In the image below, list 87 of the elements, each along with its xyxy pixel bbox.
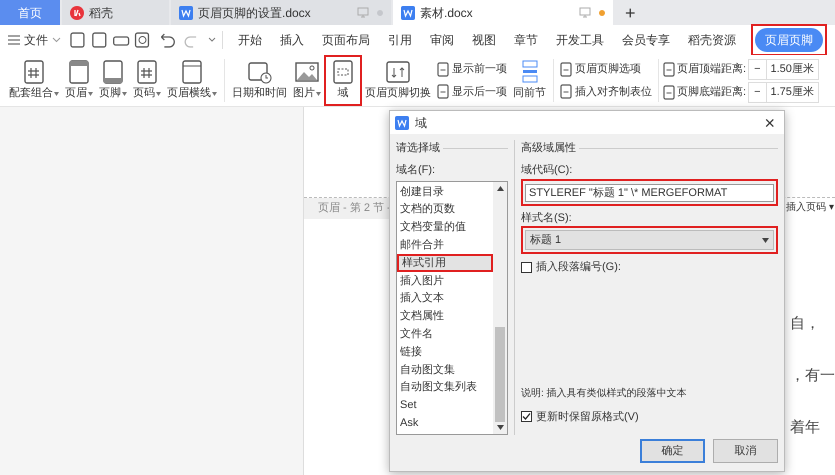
ribbon-tab[interactable]: 视图 <box>463 26 505 54</box>
page-margin-icon <box>663 84 675 100</box>
field-list-item[interactable]: Set <box>397 396 493 414</box>
scroll-up-icon <box>496 186 504 191</box>
field-list-item[interactable]: 文档属性 <box>397 308 493 326</box>
ribbon-small-button[interactable]: 显示前一项 <box>437 61 507 78</box>
ribbon-tab[interactable]: 审阅 <box>421 26 463 54</box>
file-menu[interactable]: 文件 <box>8 31 67 49</box>
ribbon-tab[interactable]: 开始 <box>229 26 271 54</box>
close-button[interactable]: × <box>760 114 779 132</box>
ribbon-tab[interactable]: 引用 <box>379 26 421 54</box>
ribbon-tab[interactable]: 章节 <box>505 26 547 54</box>
dialog-title: 域 <box>415 114 427 132</box>
style-label: 样式名(S): <box>521 210 573 226</box>
switch-arrows-icon <box>384 59 412 86</box>
stacked-bars-icon <box>520 59 538 86</box>
decrement-button[interactable]: − <box>749 60 766 78</box>
ribbon-button[interactable]: 域 <box>324 55 362 106</box>
ok-button[interactable]: 确定 <box>640 439 705 463</box>
chevron-down-icon <box>52 37 61 43</box>
ribbon-tab[interactable]: 稻壳资源 <box>679 26 745 54</box>
field-list-item[interactable]: 自动图文集 <box>397 360 493 379</box>
document-tab[interactable]: 页眉页脚的设置.docx <box>171 0 391 25</box>
checkbox-label: 更新时保留原格式(V) <box>536 410 639 424</box>
checkbox[interactable] <box>521 411 532 422</box>
ribbon-button[interactable]: 页眉页脚切换 <box>362 55 434 106</box>
ribbon-button[interactable]: 图片 <box>290 55 324 106</box>
ribbon-small-button[interactable]: 页眉页脚选项 <box>560 61 652 78</box>
document-tab[interactable]: 素材.docx <box>393 0 613 25</box>
scroll-down-icon <box>496 425 504 430</box>
cancel-button[interactable]: 取消 <box>713 439 778 463</box>
new-tab-button[interactable]: + <box>615 0 646 25</box>
ribbon-small-button[interactable]: 显示后一项 <box>437 84 507 100</box>
style-select[interactable]: 标题 1 <box>525 230 774 250</box>
field-list-item[interactable]: 创建目录 <box>397 183 493 201</box>
field-list-item[interactable]: 邮件合并 <box>397 236 493 254</box>
description-text: 说明: 插入具有类似样式的段落中文本 <box>521 386 688 400</box>
ribbon-button[interactable]: 页眉横线 <box>164 55 220 106</box>
scrollbar[interactable] <box>493 182 507 434</box>
distance-field[interactable]: − 1.50厘米 <box>748 58 819 80</box>
ribbon-tab[interactable]: 会员专享 <box>613 26 679 54</box>
list-label: 域名(F): <box>396 162 436 178</box>
word-app-icon <box>395 116 409 130</box>
ribbon-tab[interactable]: 开发工具 <box>547 26 613 54</box>
ribbon-button[interactable]: 同前节 <box>510 55 549 106</box>
dropdown-arrow-icon <box>762 238 769 242</box>
checkbox[interactable] <box>521 262 532 273</box>
word-doc-icon <box>401 6 415 20</box>
ribbon-tab[interactable]: 页面布局 <box>313 26 379 54</box>
distance-label: 页眉顶端距离: <box>677 62 746 77</box>
ribbon-button[interactable]: 配套组合 <box>6 55 62 106</box>
page-icon <box>437 84 449 100</box>
field-list-item[interactable]: 文件名 <box>397 325 493 344</box>
document-text: ，有一 <box>790 367 835 386</box>
decrement-button[interactable]: − <box>749 82 766 102</box>
page-margin-icon <box>663 62 675 76</box>
field-list-item[interactable]: 样式引用 <box>397 254 493 272</box>
document-text: 着年 <box>790 418 820 438</box>
field-code-input[interactable]: STYLEREF "标题 1" \* MERGEFORMAT <box>525 184 774 202</box>
ribbon-button[interactable]: 页脚 <box>96 55 130 106</box>
menu-icon <box>8 35 20 45</box>
app-logo-icon <box>70 6 84 20</box>
field-list-item[interactable]: Ask <box>397 414 493 432</box>
document-text: 自， <box>790 315 820 334</box>
ribbon-tab[interactable]: 插入 <box>271 26 313 54</box>
section-title: 高级域属性 <box>521 140 576 156</box>
page-icon <box>437 62 449 77</box>
field-list-item[interactable]: 插入图片 <box>397 272 493 290</box>
ribbon-button[interactable]: 页眉 <box>62 55 96 106</box>
field-list-item[interactable]: 自动图文集列表 <box>397 378 493 397</box>
field-list-item[interactable]: 插入文本 <box>397 290 493 308</box>
ribbon-button[interactable]: 页码 <box>130 55 164 106</box>
ribbon-button[interactable]: 日期和时间 <box>229 55 290 106</box>
checkbox-label: 插入段落编号(G): <box>536 260 621 275</box>
word-doc-icon <box>179 6 193 20</box>
monitor-icon <box>357 7 369 18</box>
distance-label: 页脚底端距离: <box>677 84 746 100</box>
monitor-icon <box>579 7 591 18</box>
document-tab[interactable]: 稻壳 <box>62 0 169 25</box>
ribbon-small-button[interactable]: 插入对齐制表位 <box>560 84 652 100</box>
code-label: 域代码(C): <box>521 162 574 178</box>
page-icon <box>560 84 572 100</box>
distance-field[interactable]: − 1.75厘米 <box>748 82 819 102</box>
field-list-item[interactable]: 文档变量的值 <box>397 218 493 236</box>
page-icon <box>560 62 572 77</box>
field-list-item[interactable]: 链接 <box>397 343 493 361</box>
section-title: 请选择域 <box>396 141 440 156</box>
